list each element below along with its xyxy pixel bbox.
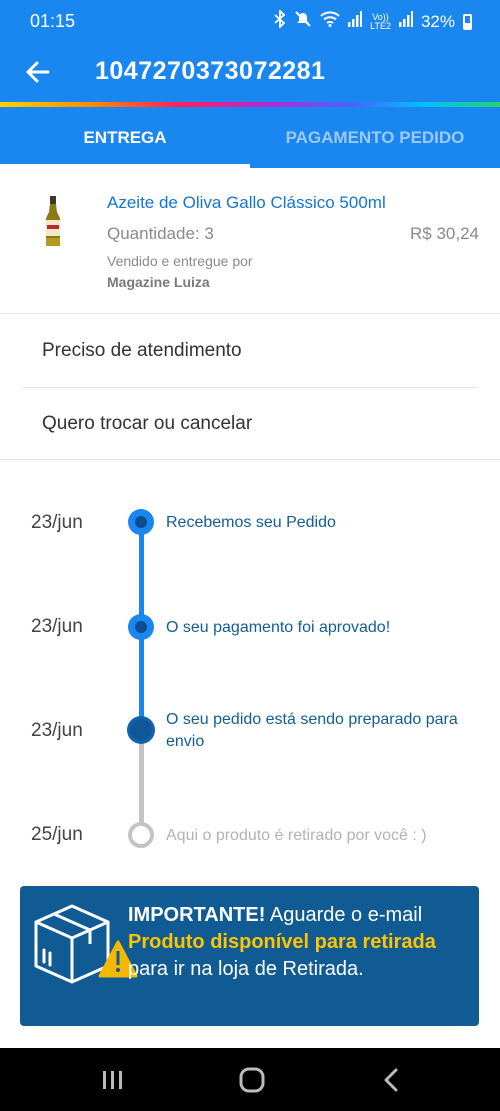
product-name[interactable]: Azeite de Oliva Gallo Clássico 500ml [107,193,386,213]
back-icon[interactable] [377,1066,407,1094]
network-type: Vo)) LTE2 [370,13,391,31]
banner-strong: IMPORTANTE! [128,904,266,926]
timeline-dot-done [128,509,154,535]
product-price: R$ 30,24 [410,224,479,243]
seller-name: Magazine Luiza [107,274,210,290]
signal-icon [348,11,363,33]
timeline-date: 23/jun [31,512,83,533]
status-time: 01:15 [30,11,76,31]
tab-pagamento-pedido[interactable]: PAGAMENTO PEDIDO [250,107,500,168]
home-icon[interactable] [237,1066,267,1094]
battery-icon [463,14,472,30]
arrow-left-icon[interactable] [22,56,54,88]
timeline-line-pending [139,730,144,835]
banner-message: IMPORTANTE! Aguarde o e-mail Produto dis… [128,902,468,983]
timeline-text: Aqui o produto é retirado por você : ) [166,827,427,844]
mute-icon [294,10,312,34]
timeline-date: 23/jun [31,616,83,637]
timeline-dot-done [128,614,154,640]
system-nav-bar [0,1048,500,1111]
wifi-icon [320,11,340,33]
banner-part2: para ir na loja de Retirada. [128,958,364,980]
timeline-dot-current [127,716,155,744]
status-bar: 01:15 Vo)) LTE2 32% [0,0,500,44]
product-quantity: Quantidade: 3 [107,224,214,243]
timeline-text: O seu pagamento foi aprovado! [166,619,391,636]
app-bar: 1047270373072281 [0,44,500,102]
option-quero-trocar-ou-cancelar[interactable]: Quero trocar ou cancelar [0,388,500,460]
package-warning-icon [32,900,142,990]
banner-part1: Aguarde o e-mail [265,904,423,926]
product-card[interactable]: Azeite de Oliva Gallo Clássico 500ml Qua… [0,168,500,314]
banner-highlight: Produto disponível para retirada [128,931,436,953]
tab-bar: ENTREGA PAGAMENTO PEDIDO [0,107,500,168]
sold-by-label: Vendido e entregue por [107,253,253,269]
option-preciso-de-atendimento[interactable]: Preciso de atendimento [0,314,500,388]
signal-icon-2 [398,11,413,33]
timeline-text: Recebemos seu Pedido [166,514,336,531]
recent-apps-icon[interactable] [98,1066,128,1094]
bluetooth-icon [274,8,286,34]
product-image [44,196,62,248]
tab-entrega[interactable]: ENTREGA [0,107,250,168]
timeline-dot-pending [128,822,154,848]
status-icons: Vo)) LTE2 32% [274,8,472,34]
important-banner: IMPORTANTE! Aguarde o e-mail Produto dis… [20,886,479,1026]
order-number: 1047270373072281 [95,57,326,85]
timeline-text: O seu pedido está sendo preparado para e… [166,711,458,750]
battery-percent: 32% [420,12,455,31]
timeline-date: 23/jun [31,720,83,741]
timeline-date: 25/jun [31,824,83,845]
network-lte: LTE2 [370,21,391,31]
